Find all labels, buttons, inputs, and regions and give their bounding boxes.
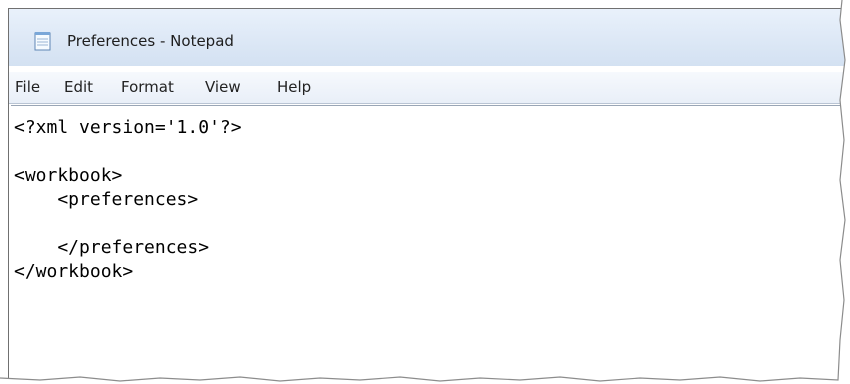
editor-content[interactable]: <?xml version='1.0'?> <workbook> <prefer… [14,116,242,284]
menu-view[interactable]: View [205,78,241,96]
notepad-window: Preferences - Notepad File Edit Format V… [8,8,850,381]
menu-edit[interactable]: Edit [64,78,93,96]
menu-file[interactable]: File [15,78,40,96]
title-bar[interactable]: Preferences - Notepad [9,9,850,66]
menu-bar: File Edit Format View Help [9,72,850,104]
text-editor-area[interactable]: <?xml version='1.0'?> <workbook> <prefer… [11,105,849,381]
notepad-icon [33,31,53,51]
window-title: Preferences - Notepad [67,32,234,50]
menu-help[interactable]: Help [277,78,311,96]
menu-format[interactable]: Format [121,78,174,96]
